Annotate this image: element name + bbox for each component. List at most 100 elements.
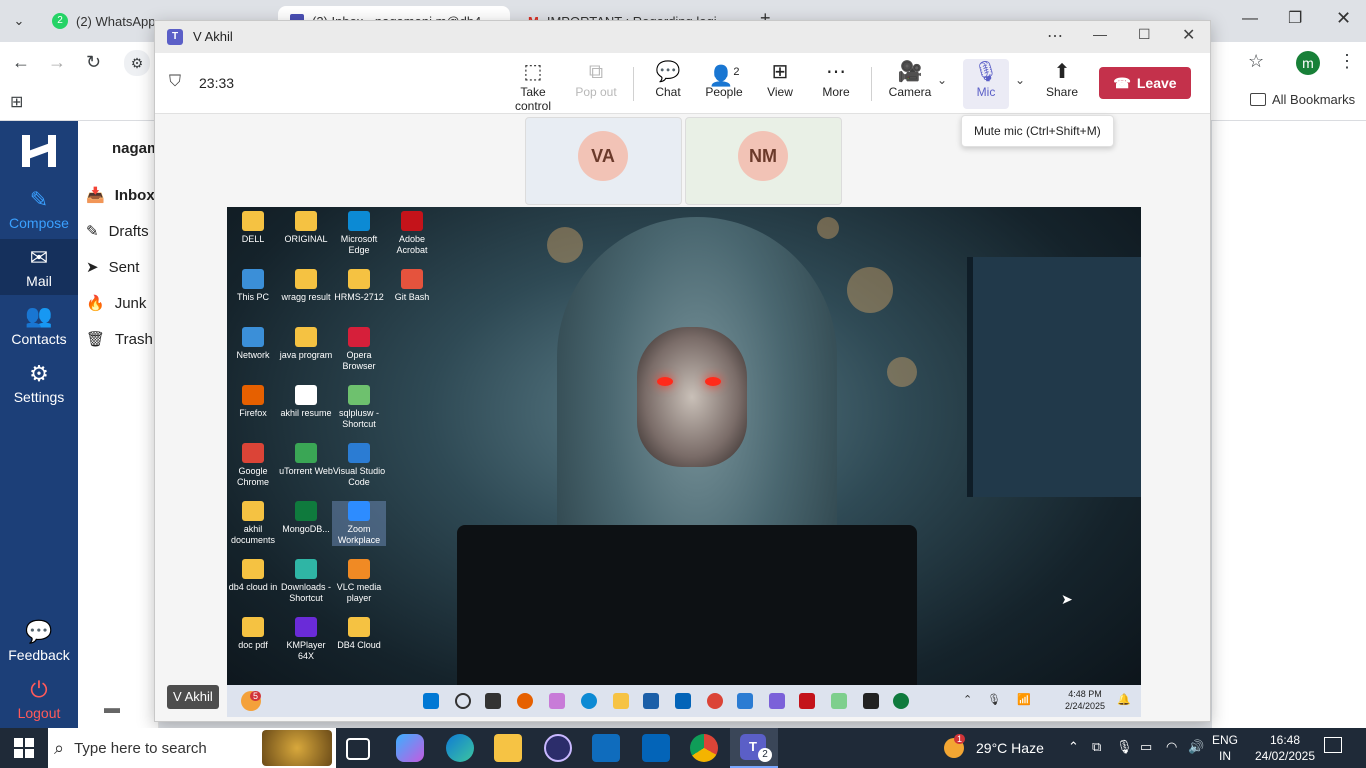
meet-now-icon[interactable]: ⧉ (1092, 739, 1101, 755)
folder-junk[interactable]: 🔥 Junk (86, 294, 146, 313)
pop-out-button[interactable]: ⧉ Pop out (565, 59, 627, 109)
compose-button[interactable]: ✎ Compose (0, 187, 78, 233)
app-icon[interactable] (544, 734, 572, 762)
desktop-icon: db4 cloud in (227, 559, 280, 593)
mail-label: Mail (26, 273, 52, 289)
logout-label: Logout (17, 705, 61, 721)
copilot-icon[interactable] (396, 734, 424, 762)
task-view-icon (485, 693, 501, 709)
take-control-button[interactable]: ⬚ Take control (501, 59, 565, 113)
storage-icon[interactable]: ▬ (104, 700, 120, 718)
desktop-icon-label: Visual Studio Code (332, 466, 386, 487)
feedback-nav-item[interactable]: 💬 Feedback (0, 619, 78, 665)
folder-sent[interactable]: ➤ Sent (86, 258, 139, 277)
desktop-icon-label: MongoDB... (282, 524, 330, 534)
profile-avatar[interactable]: m (1296, 51, 1320, 75)
browser-close-icon[interactable]: ✕ (1336, 8, 1351, 29)
mail-nav-item[interactable]: ✉ Mail (0, 239, 78, 295)
logout-nav-item[interactable]: ⏻ Logout (0, 677, 78, 723)
microphone-icon: 🎙 (973, 61, 999, 83)
forward-arrow-icon[interactable]: → (48, 52, 66, 73)
camera-button[interactable]: 🎥 Camera (879, 59, 941, 109)
desktop-icon: This PC (227, 269, 280, 303)
desktop-icon: Visual Studio Code (332, 443, 386, 488)
language-indicator[interactable]: ENG IN (1212, 732, 1238, 764)
folder-trash[interactable]: 🗑 Trash (86, 330, 153, 349)
desktop-app-icon (295, 269, 317, 289)
store-icon (643, 693, 659, 709)
camera-off-icon: 🎥 (897, 61, 923, 83)
battery-icon[interactable]: ▭ (1140, 739, 1152, 755)
edge-icon[interactable] (446, 734, 474, 762)
browser-restore-icon[interactable]: ❐ (1288, 8, 1302, 28)
wifi-icon[interactable]: ◠ (1166, 739, 1177, 755)
desktop-icon-label: akhil resume (280, 408, 332, 418)
minimize-icon[interactable]: — (1093, 26, 1107, 42)
desktop-app-icon (348, 443, 370, 463)
more-button[interactable]: ⋯ More (805, 59, 867, 109)
folder-drafts[interactable]: ✎ Drafts (86, 222, 149, 241)
share-button[interactable]: ⬆ Share (1031, 59, 1093, 109)
tray-chevron-icon[interactable]: ⌃ (1068, 739, 1079, 755)
file-explorer-icon[interactable] (494, 734, 522, 762)
view-button[interactable]: ⊞ View (749, 59, 811, 109)
participant-avatar: VA (578, 131, 628, 181)
notification-center-icon[interactable] (1324, 737, 1342, 753)
tray-microphone-icon[interactable]: 🎙 (1116, 739, 1133, 755)
desktop-icon: Network (227, 327, 280, 361)
view-label: View (767, 85, 793, 99)
desktop-icon-label: Git Bash (394, 292, 430, 302)
chrome-icon[interactable] (690, 734, 718, 762)
people-button[interactable]: 👤2 People (693, 59, 755, 109)
weather-text[interactable]: 29°C Haze (976, 740, 1044, 756)
browser-minimize-icon[interactable]: — (1242, 10, 1258, 28)
inbox-tray-icon: 📥 (86, 187, 105, 204)
participant-tile[interactable]: VA (525, 117, 682, 205)
maximize-icon[interactable]: ☐ (1138, 26, 1151, 43)
feedback-chat-icon: 💬 (25, 619, 53, 644)
participant-tile[interactable]: NM (685, 117, 842, 205)
outlook-icon[interactable] (642, 734, 670, 762)
folder-label: Inbox (114, 186, 155, 204)
folder-inbox[interactable]: 📥 Inbox (86, 186, 155, 205)
leave-button[interactable]: ☎ Leave (1099, 67, 1191, 99)
tray-chevron-icon: ⌃ (963, 694, 973, 706)
chat-button[interactable]: 💬 Chat (637, 59, 699, 109)
mouse-cursor-icon: ➤ (1061, 591, 1073, 607)
leave-label: Leave (1136, 75, 1177, 91)
desktop-app-icon (295, 385, 317, 405)
store-icon[interactable] (592, 734, 620, 762)
desktop-icon: VLC media player (332, 559, 386, 604)
volume-icon[interactable]: 🔊 (1188, 739, 1204, 755)
browser-menu-kebab-icon[interactable]: ⋮ (1338, 51, 1356, 72)
weather-icon[interactable]: 1 (944, 734, 966, 758)
close-icon[interactable]: ✕ (1182, 25, 1195, 45)
desktop-icon-label: VLC media player (336, 582, 382, 603)
windows-start-icon[interactable] (14, 738, 34, 758)
all-bookmarks-button[interactable]: All Bookmarks (1250, 92, 1355, 107)
junk-flame-icon: 🔥 (86, 295, 105, 312)
camera-options-chevron-icon[interactable]: ⌄ (937, 73, 947, 87)
tab-search-chevron-icon[interactable]: ⌄ (8, 10, 30, 32)
back-arrow-icon[interactable]: ← (12, 52, 30, 73)
search-icon (455, 693, 471, 709)
apps-grid-icon[interactable]: ⊞ (10, 92, 23, 112)
settings-nav-item[interactable]: ⚙ Settings (0, 361, 78, 407)
site-info-icon[interactable]: ⚙ (124, 50, 150, 76)
desktop-icon: akhil documents (227, 501, 280, 546)
task-view-icon[interactable] (346, 738, 370, 760)
mic-button[interactable]: 🎙 Mic (963, 59, 1009, 109)
mic-options-chevron-icon[interactable]: ⌄ (1015, 73, 1025, 87)
more-options-icon[interactable]: ⋯ (1047, 26, 1063, 46)
contacts-nav-item[interactable]: 👥 Contacts (0, 303, 78, 349)
reload-icon[interactable]: ↻ (86, 52, 101, 73)
more-dots-icon: ⋯ (826, 61, 846, 83)
tray-mic-icon: 🎙 (987, 694, 1001, 706)
mongodb-icon (893, 693, 909, 709)
bookmark-star-icon[interactable]: ☆ (1248, 51, 1264, 72)
teams-taskbar-button[interactable]: T 2 (730, 728, 778, 768)
desktop-icon: uTorrent Web (279, 443, 333, 477)
outlook-icon (675, 693, 691, 709)
taskbar-clock[interactable]: 16:48 24/02/2025 (1250, 732, 1320, 764)
desktop-icon-label: Zoom Workplace (337, 524, 381, 545)
